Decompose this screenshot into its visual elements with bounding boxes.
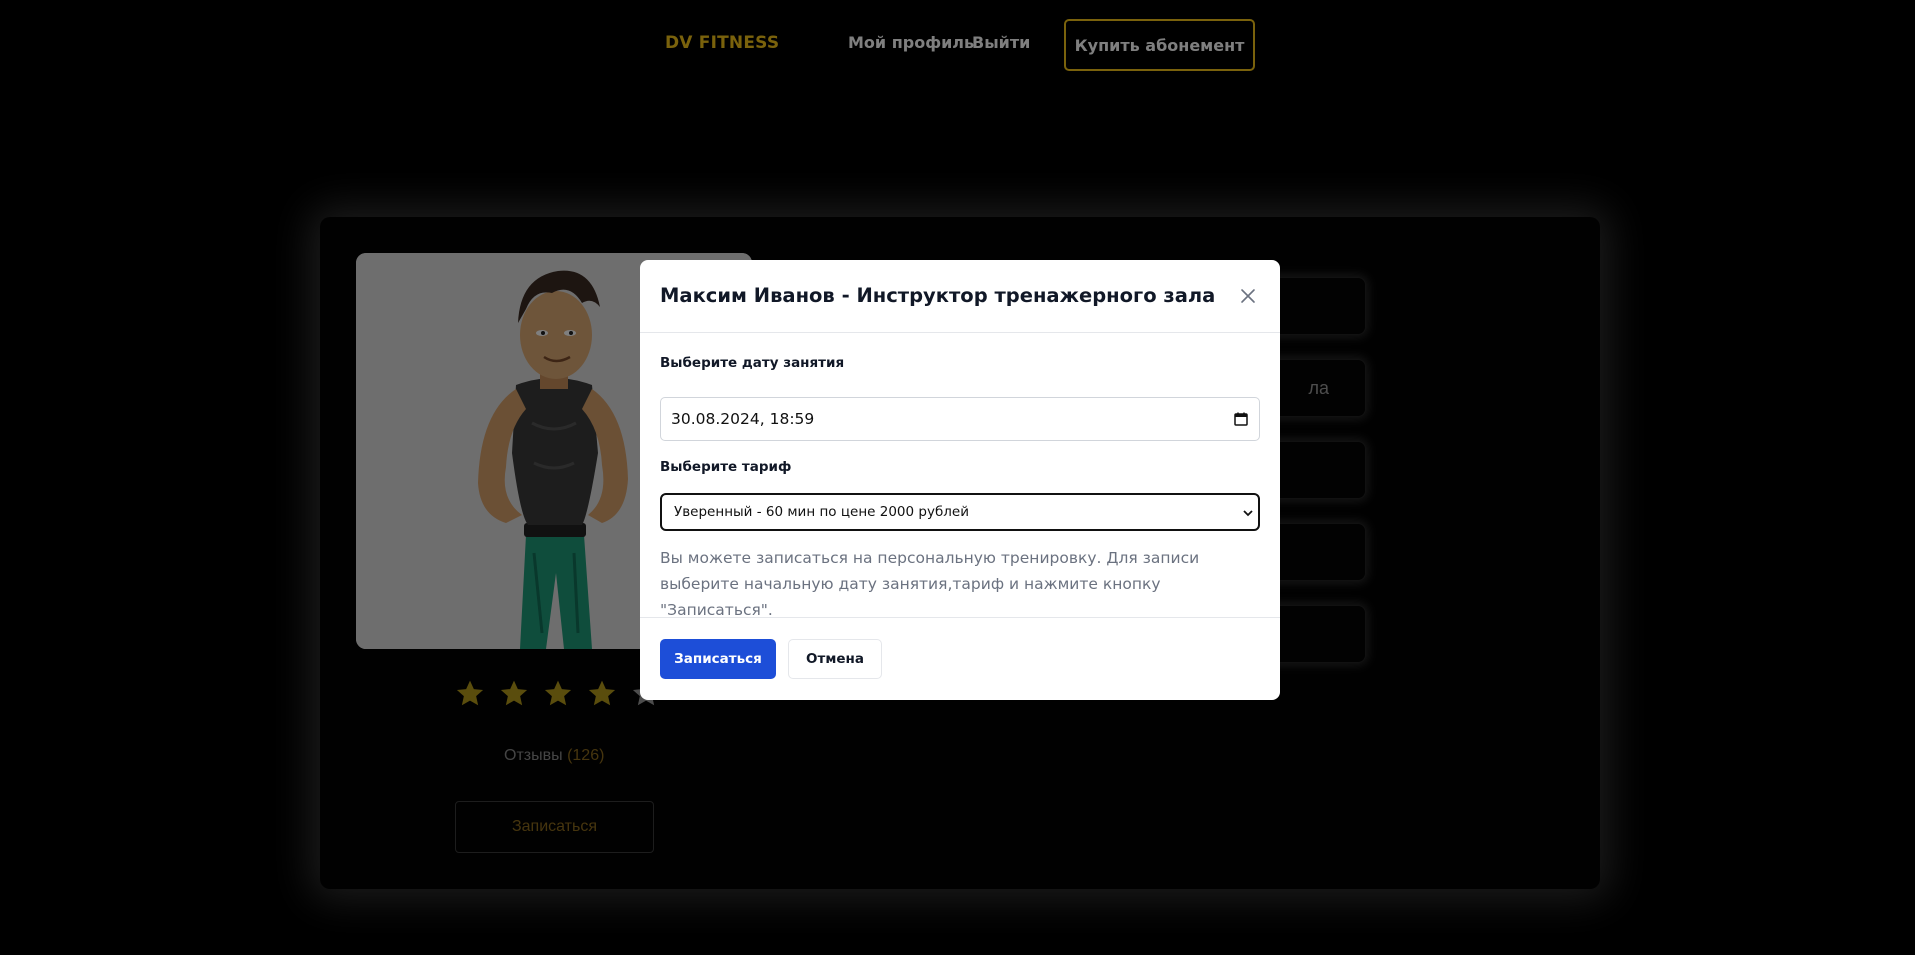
modal-footer: Записаться Отмена <box>640 617 1280 700</box>
date-time-value: 30.08.2024, 18:59 <box>671 410 815 428</box>
modal-title: Максим Иванов - Инструктор тренажерного … <box>660 284 1216 307</box>
tariff-selected-value: Уверенный - 60 мин по цене 2000 рублей <box>674 504 969 520</box>
tariff-label: Выберите тариф <box>660 459 792 475</box>
submit-booking-button[interactable]: Записаться <box>660 639 776 679</box>
close-icon[interactable] <box>1236 284 1260 308</box>
calendar-icon[interactable] <box>1233 411 1249 431</box>
booking-modal: Максим Иванов - Инструктор тренажерного … <box>640 260 1280 700</box>
date-time-input[interactable]: 30.08.2024, 18:59 <box>660 397 1260 441</box>
tariff-select[interactable]: Уверенный - 60 мин по цене 2000 рублей <box>660 493 1260 531</box>
modal-description: Вы можете записаться на персональную тре… <box>660 549 1200 619</box>
chevron-down-icon <box>1242 507 1254 523</box>
cancel-button[interactable]: Отмена <box>788 639 882 679</box>
date-label: Выберите дату занятия <box>660 355 845 371</box>
modal-header: Максим Иванов - Инструктор тренажерного … <box>640 260 1280 333</box>
